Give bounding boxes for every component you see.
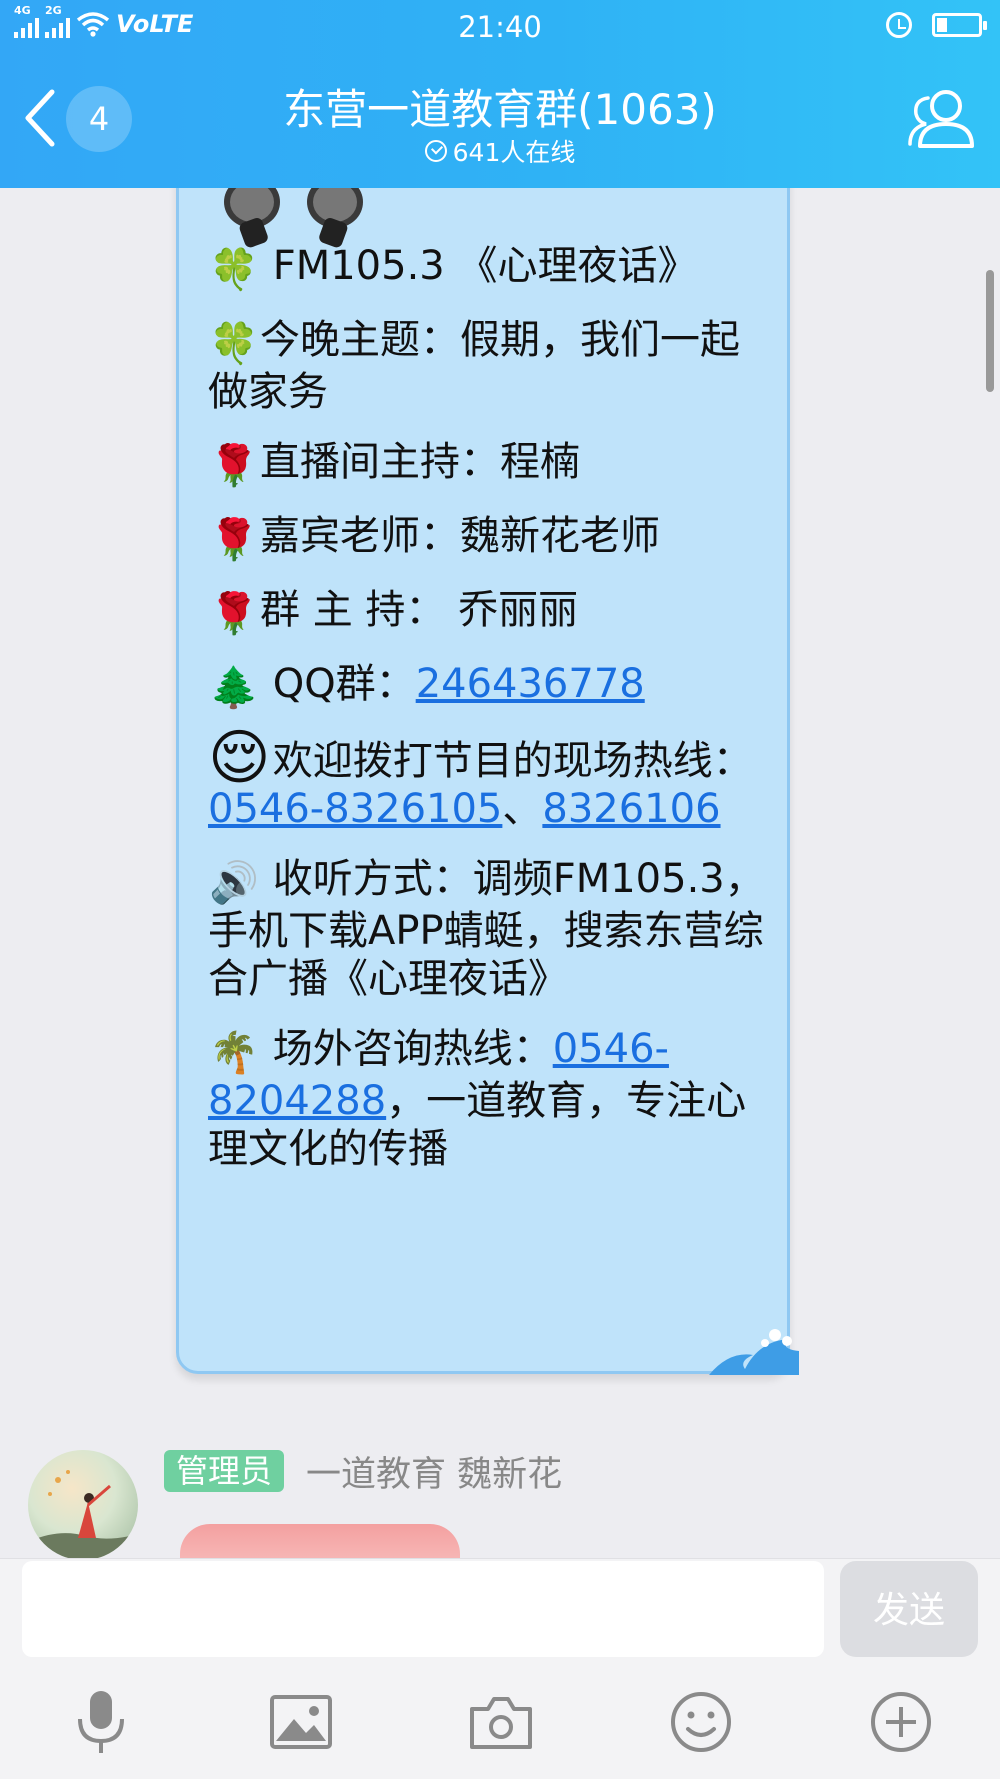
msg-line-text: 收听方式：调频FM105.3，手机下载APP蜻蜓，搜索东营综合广播《心理夜话》 [208,856,765,1002]
msg-line: 😌 欢迎拨打节目的现场热线：0546-8326105、8326106 [208,723,778,833]
msg-line-text: 场外咨询热线： [260,1026,553,1072]
hotline-link-2[interactable]: 8326106 [542,786,720,832]
status-bar: 4G 2G VoLTE 21:40 [0,0,1000,54]
hotline-link-1[interactable]: 0546-8326105 [208,786,502,832]
palm-tree-icon: 🌴 [209,1030,259,1076]
online-count: 641人在线 [452,138,576,167]
top-bar: 4G 2G VoLTE 21:40 4 东营一道教育群(1063) 641人在线 [0,0,1000,188]
send-button[interactable]: 发送 [840,1561,978,1657]
avatar-figure-icon [28,1470,138,1558]
msg-line: 🍀 FM105.3 《心理夜话》 [208,242,778,294]
next-message-bubble[interactable] [180,1524,460,1558]
msg-separator: 、 [502,786,543,832]
group-members-icon[interactable] [906,84,978,152]
rose-icon: 🌹 [209,591,259,637]
msg-line-text: FM105.3 《心理夜话》 [260,243,698,289]
status-right [886,12,987,38]
msg-line-text: 直播间主持：程楠 [260,439,580,485]
clover-icon: 🍀 [209,321,259,367]
image-icon[interactable] [266,1687,336,1757]
msg-line: 🔊 收听方式：调频FM105.3，手机下载APP蜻蜓，搜索东营综合广播《心理夜话… [208,855,778,1003]
admin-badge: 管理员 [164,1450,285,1492]
clock: 21:40 [458,10,542,44]
msg-line-text: 嘉宾老师：魏新花老师 [260,513,660,559]
online-check-icon [424,140,447,162]
online-status: 641人在线 [0,133,1000,169]
msg-line: 🍀今晚主题：假期，我们一起做家务 [208,316,778,416]
speaker-icon: 🔊 [209,860,259,906]
msg-line-text: 群 主 持： 乔丽丽 [260,587,579,633]
rose-icon: 🌹 [209,443,259,489]
input-toolbar [0,1687,1000,1767]
group-title: 东营一道教育群(1063) [283,85,717,134]
sender-name[interactable]: 一道教育 魏新花 [306,1446,562,1497]
tree-icon: 🌲 [209,665,259,711]
msg-line: 🌹群 主 持： 乔丽丽 [208,586,778,638]
camera-icon[interactable] [466,1687,536,1757]
clover-icon: 🍀 [209,247,259,293]
message-input[interactable] [22,1561,824,1657]
rose-icon: 🌹 [209,517,259,563]
msg-line: 🌹嘉宾老师：魏新花老师 [208,512,778,564]
shy-face-icon: 😌 [208,723,271,793]
input-bar: 发送 [0,1558,1000,1779]
qq-group-link[interactable]: 246436778 [416,661,645,707]
avatar[interactable] [28,1450,138,1558]
wave-decoration-icon [709,1329,799,1375]
microphone-icon [224,188,363,248]
plus-icon[interactable] [866,1687,936,1757]
msg-line: 🌹直播间主持：程楠 [208,438,778,490]
msg-line: 🌴 场外咨询热线：0546-8204288，一道教育，专注心理文化的传播 [208,1025,778,1173]
battery-icon [932,13,987,37]
chat-scrollbar[interactable] [986,270,994,392]
chat-area[interactable]: 🍀 FM105.3 《心理夜话》 🍀今晚主题：假期，我们一起做家务 🌹直播间主持… [0,188,1000,1558]
msg-line-text: 欢迎拨打节目的现场热线： [260,738,753,784]
message-text: 🍀 FM105.3 《心理夜话》 🍀今晚主题：假期，我们一起做家务 🌹直播间主持… [208,242,778,1195]
emoji-icon[interactable] [666,1687,736,1757]
mic-icon[interactable] [66,1687,136,1757]
msg-line-text: 今晚主题：假期，我们一起做家务 [208,317,740,415]
alarm-icon [886,12,912,38]
msg-line: 🌲 QQ群：246436778 [208,660,778,712]
msg-line-text: QQ群： [260,661,416,707]
